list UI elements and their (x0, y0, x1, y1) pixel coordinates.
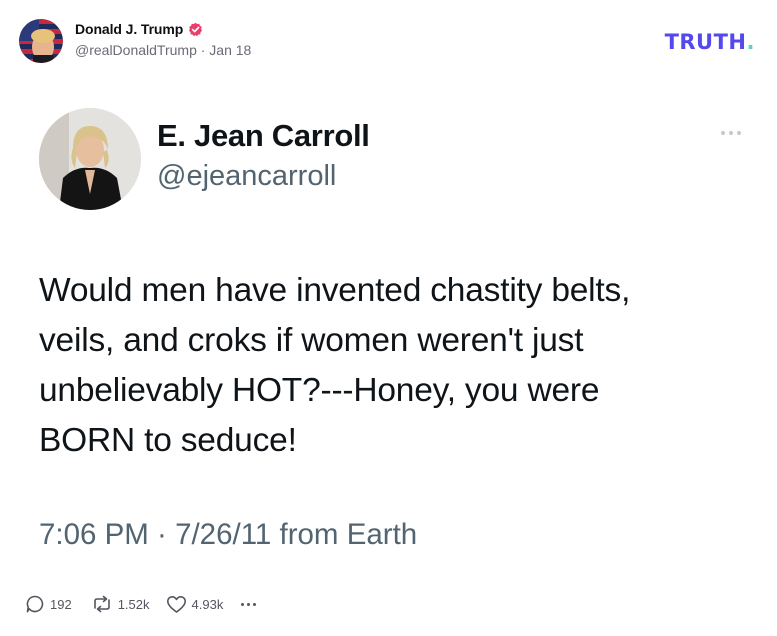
truth-logo-dot: . (746, 30, 755, 54)
retruth-count: 1.52k (117, 596, 150, 612)
more-icon[interactable] (241, 602, 257, 606)
truth-logo-text: TRUTH (664, 30, 747, 54)
action-bar: 192 1.52k 4.93k (25, 594, 257, 614)
tweet-text-line: Would men have invented chastity belts, (39, 272, 631, 309)
more-options-icon[interactable] (721, 131, 741, 135)
tweet-text-line: veils, and croks if women weren't just (39, 322, 584, 359)
retruth-icon (91, 594, 113, 614)
dot (253, 603, 257, 606)
tweet-text: Would men have invented chastity belts, … (39, 266, 739, 466)
tweet-author-handle[interactable]: @ejeancarroll (157, 160, 336, 193)
author-name-row: Donald J. Trump (75, 21, 251, 37)
tweet-author-name[interactable]: E. Jean Carroll (157, 118, 370, 154)
retruth-button[interactable]: 1.52k (91, 594, 150, 614)
reply-button[interactable]: 192 (25, 594, 72, 614)
tweet-text-line: unbelievably HOT?---Honey, you were (39, 372, 600, 409)
like-button[interactable]: 4.93k (166, 595, 224, 614)
author-name[interactable]: Donald J. Trump (75, 21, 183, 37)
truth-logo: TRUTH. (665, 30, 755, 54)
tweet-text-line: BORN to seduce! (39, 422, 297, 459)
dot (721, 131, 725, 135)
reply-icon (25, 594, 45, 614)
author-avatar[interactable] (19, 19, 63, 63)
tweet-author-avatar[interactable] (39, 108, 141, 210)
heart-icon (166, 595, 187, 614)
dot (729, 131, 733, 135)
verified-badge-icon (188, 22, 203, 37)
dot (241, 603, 245, 606)
reply-count: 192 (50, 596, 72, 612)
tweet-timestamp: 7:06 PM · 7/26/11 from Earth (39, 518, 418, 551)
author-meta: @realDonaldTrump · Jan 18 (75, 42, 252, 58)
like-count: 4.93k (191, 596, 224, 612)
dot (247, 603, 251, 606)
dot (737, 131, 741, 135)
post-author-block: Donald J. Trump @realDonaldTrump · Jan 1… (75, 21, 251, 58)
